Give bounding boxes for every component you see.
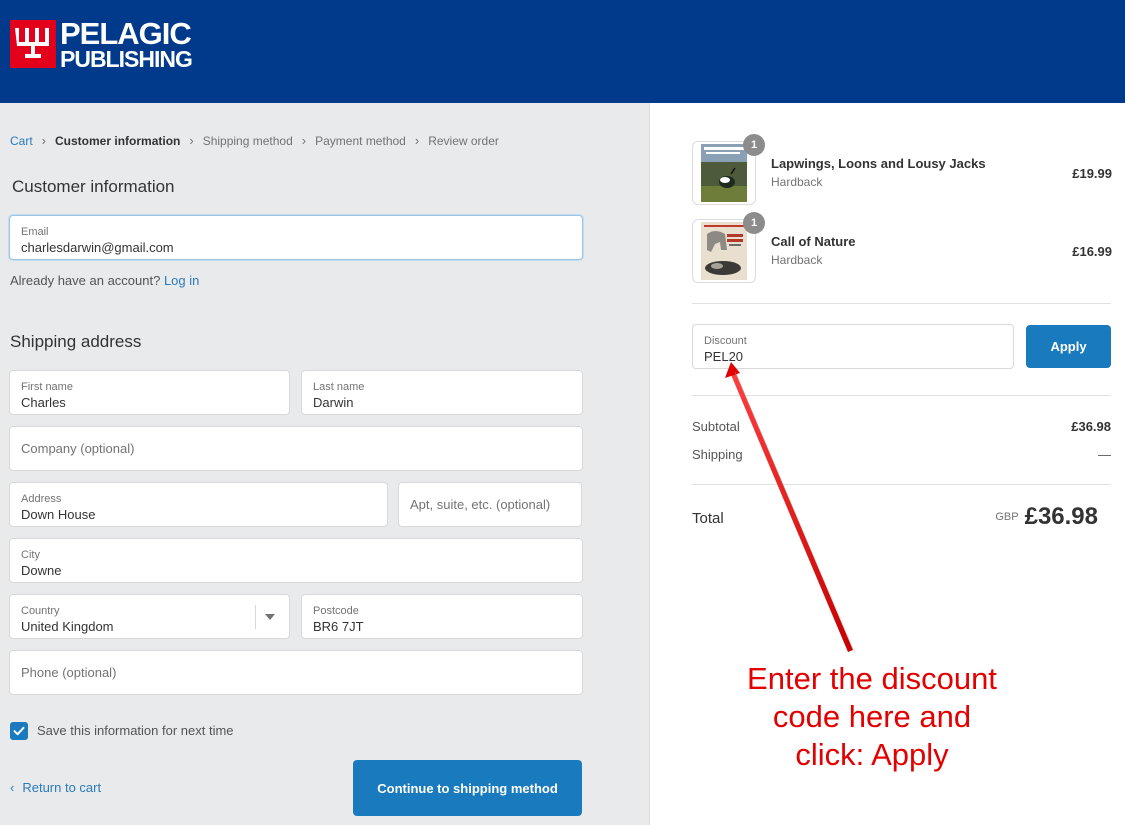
return-to-cart-link[interactable]: ‹ Return to cart	[10, 780, 101, 795]
account-prompt: Already have an account? Log in	[10, 273, 199, 288]
instruction-annotation: Enter the discount code here and click: …	[712, 660, 1032, 774]
chevron-down-icon[interactable]	[265, 614, 275, 620]
product-price: £16.99	[1072, 244, 1112, 259]
apt-placeholder: Apt, suite, etc. (optional)	[410, 497, 551, 512]
login-link[interactable]: Log in	[164, 273, 199, 288]
site-header: PELAGIC PUBLISHING	[0, 0, 1125, 103]
breadcrumb-review-order: Review order	[428, 133, 499, 148]
customer-information-title: Customer information	[12, 177, 175, 196]
divider	[692, 395, 1111, 396]
product-item: 1 Call of Nature Hardback £16.99	[692, 212, 1112, 283]
country-select[interactable]: Country United Kingdom	[9, 594, 290, 639]
breadcrumb-shipping-method: Shipping method	[202, 133, 293, 148]
total-label: Total	[692, 510, 724, 527]
chevron-left-icon: ‹	[10, 780, 15, 795]
shipping-label: Shipping	[692, 447, 743, 462]
select-divider	[255, 605, 256, 629]
phone-placeholder: Phone (optional)	[21, 665, 117, 680]
save-info-checkbox[interactable]	[10, 722, 28, 740]
email-value: charlesdarwin@gmail.com	[21, 240, 174, 255]
product-thumbnail: 1	[692, 134, 765, 205]
continue-to-shipping-button[interactable]: Continue to shipping method	[353, 760, 582, 816]
product-price: £19.99	[1072, 166, 1112, 181]
product-name: Call of Nature	[771, 234, 856, 249]
checkmark-icon	[13, 726, 25, 736]
email-field[interactable]: Email charlesdarwin@gmail.com	[9, 215, 583, 260]
company-placeholder: Company (optional)	[21, 441, 135, 456]
phone-field[interactable]: Phone (optional)	[9, 650, 583, 695]
company-field[interactable]: Company (optional)	[9, 426, 583, 471]
save-info-label[interactable]: Save this information for next time	[37, 723, 234, 738]
subtotal-row: Subtotal £36.98	[692, 419, 1111, 434]
last-name-value: Darwin	[313, 395, 354, 410]
total-currency: GBP	[995, 510, 1019, 523]
continue-button-label: Continue to shipping method	[377, 780, 558, 796]
quantity-badge: 1	[743, 212, 765, 234]
product-variant: Hardback	[771, 175, 823, 189]
last-name-field[interactable]: Last name Darwin	[301, 370, 583, 415]
postcode-value: BR6 7JT	[313, 619, 364, 634]
breadcrumb-payment-method: Payment method	[315, 133, 406, 148]
shipping-address-title: Shipping address	[10, 332, 142, 351]
apply-button-label: Apply	[1050, 339, 1087, 354]
breadcrumb-customer-information: Customer information	[55, 133, 181, 148]
chevron-right-icon: ›	[41, 133, 47, 148]
subtotal-label: Subtotal	[692, 419, 740, 434]
annotation-line1: Enter the discount	[747, 661, 997, 696]
product-variant: Hardback	[771, 253, 823, 267]
city-value: Downe	[21, 563, 62, 578]
product-item: 1 Lapwings, Loons and Lousy Jacks Hardba…	[692, 134, 1112, 205]
pelagic-publishing-logo[interactable]: PELAGIC PUBLISHING	[10, 16, 193, 72]
apply-discount-button[interactable]: Apply	[1026, 325, 1111, 368]
subtotal-value: £36.98	[1071, 419, 1111, 434]
logo-wordmark: PELAGIC PUBLISHING	[60, 16, 193, 72]
divider	[692, 484, 1111, 485]
breadcrumb: Cart › Customer information › Shipping m…	[10, 133, 499, 148]
discount-code-field[interactable]: Discount PEL20	[692, 324, 1014, 369]
address-label: Address	[21, 493, 62, 505]
breadcrumb-cart[interactable]: Cart	[10, 134, 33, 148]
logo-line1: PELAGIC	[60, 16, 192, 51]
discount-label: Discount	[704, 335, 747, 347]
total-price: GBP £36.98	[995, 503, 1104, 531]
annotation-line3: click: Apply	[795, 737, 949, 772]
country-label: Country	[21, 605, 60, 617]
divider	[692, 303, 1111, 304]
postcode-field[interactable]: Postcode BR6 7JT	[301, 594, 583, 639]
city-field[interactable]: City Downe	[9, 538, 583, 583]
product-name: Lapwings, Loons and Lousy Jacks	[771, 156, 986, 171]
checkout-form-panel: Cart › Customer information › Shipping m…	[0, 103, 649, 825]
address-field[interactable]: Address Down House	[9, 482, 388, 527]
apt-field[interactable]: Apt, suite, etc. (optional)	[398, 482, 582, 527]
annotation-line2: code here and	[772, 699, 972, 734]
account-prompt-text: Already have an account?	[10, 273, 161, 288]
country-value: United Kingdom	[21, 619, 114, 634]
email-label: Email	[21, 226, 49, 238]
total-amount: £36.98	[1024, 503, 1098, 530]
chevron-right-icon: ›	[301, 133, 307, 148]
discount-value: PEL20	[704, 349, 744, 364]
shipping-value: —	[1098, 447, 1111, 462]
last-name-label: Last name	[313, 381, 365, 393]
chevron-right-icon: ›	[189, 133, 194, 148]
first-name-value: Charles	[21, 395, 66, 410]
logo-line2: PUBLISHING	[60, 46, 193, 72]
shipping-row: Shipping —	[692, 447, 1111, 462]
city-label: City	[21, 549, 40, 561]
first-name-label: First name	[21, 381, 73, 393]
trident-logo-icon	[10, 20, 56, 68]
return-to-cart-label: Return to cart	[22, 780, 102, 795]
first-name-field[interactable]: First name Charles	[9, 370, 290, 415]
quantity-badge: 1	[743, 134, 765, 156]
address-value: Down House	[21, 507, 96, 522]
product-thumbnail: 1	[692, 212, 765, 283]
chevron-right-icon: ›	[414, 133, 420, 148]
postcode-label: Postcode	[313, 605, 359, 617]
